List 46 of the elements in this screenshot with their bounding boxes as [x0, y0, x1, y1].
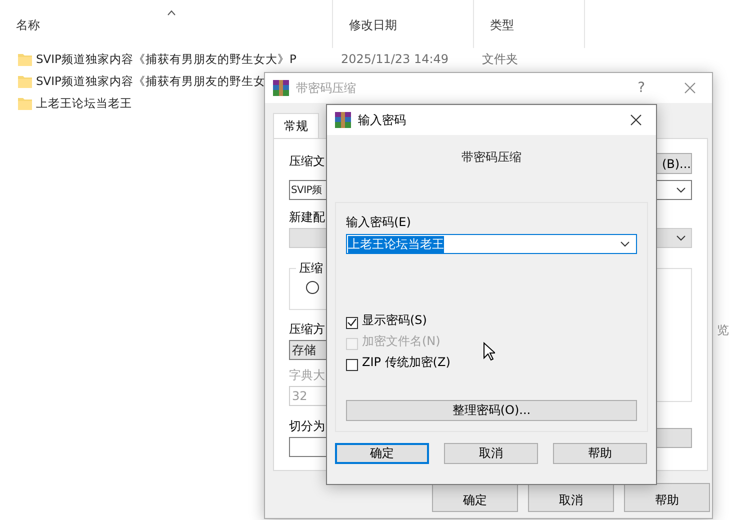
archive-app-icon [335, 112, 351, 128]
column-header[interactable]: 类型 [474, 0, 585, 48]
dialog-title: 带密码压缩 [296, 80, 357, 96]
field-label: 压缩文 [289, 153, 325, 170]
checkbox-label[interactable]: 显示密码(S) [362, 312, 427, 329]
column-header[interactable]: 修改日期 [333, 0, 474, 48]
folder-icon [18, 96, 32, 110]
checkbox-label[interactable]: ZIP 传统加密(Z) [362, 354, 450, 371]
dialog-button[interactable]: 取消 [444, 443, 538, 464]
field-label: 切分为 [289, 418, 325, 435]
folder-icon [18, 74, 32, 88]
sort-caret-icon [167, 10, 176, 16]
settings-button[interactable] [656, 428, 692, 448]
password-field[interactable]: 上老王论坛当老王 [346, 234, 637, 254]
checkbox[interactable] [346, 358, 358, 370]
field-label: 压缩方 [289, 321, 325, 338]
chevron-down-icon [620, 241, 630, 247]
archive-app-icon [273, 80, 289, 96]
tab[interactable]: 常规 [273, 113, 319, 138]
dialog-button[interactable]: 确定 [432, 483, 518, 512]
help-button[interactable]: ? [638, 80, 645, 96]
radio-button[interactable] [306, 281, 319, 294]
dialog-button[interactable]: 确定 [335, 443, 429, 464]
field-label: 输入密码(E) [346, 214, 411, 231]
organize-passwords-button[interactable]: 整理密码(O)... [346, 400, 637, 421]
chevron-down-icon [676, 187, 686, 193]
mouse-pointer-icon [483, 342, 495, 361]
file-name[interactable]: SVIP频道独家内容《捕获有男朋友的野生女大》P [36, 52, 296, 66]
close-icon[interactable] [630, 114, 642, 126]
dialog-title: 输入密码 [358, 112, 407, 128]
file-name[interactable]: 上老王论坛当老王 [36, 96, 132, 110]
checkbox[interactable] [346, 316, 358, 328]
folder-icon [18, 52, 32, 66]
field-label: 新建配 [289, 209, 325, 226]
file-name[interactable]: SVIP频道独家内容《捕获有男朋友的野生女 [36, 74, 266, 88]
dialog-subtitle: 带密码压缩 [462, 150, 522, 164]
dialog-button[interactable]: 帮助 [624, 483, 710, 512]
chevron-down-icon [676, 235, 686, 241]
preview-pane-text: 览 [717, 323, 729, 337]
browse-button[interactable]: (B)... [656, 153, 692, 174]
dialog-button[interactable]: 取消 [528, 483, 614, 512]
file-type: 文件夹 [482, 52, 518, 66]
dialog-button[interactable]: 帮助 [553, 443, 647, 464]
field-label: 字典大 [289, 367, 325, 384]
modified-date: 2025/11/23 14:49 [341, 52, 449, 66]
column-header[interactable]: 名称 [0, 0, 333, 48]
